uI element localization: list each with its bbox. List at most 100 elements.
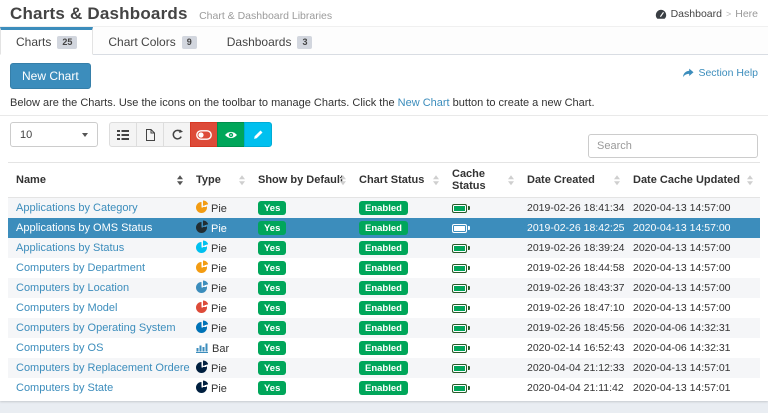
date-cache-updated-cell: 2020-04-13 14:57:00 <box>633 242 731 254</box>
tab-charts[interactable]: Charts 25 <box>0 27 94 55</box>
table-controls: 10 <box>10 122 758 158</box>
date-cache-updated-cell: 2020-04-13 14:57:00 <box>633 302 731 314</box>
sort-icon[interactable] <box>177 175 183 185</box>
view-button[interactable] <box>217 122 245 147</box>
column-header-cache-status[interactable]: Cache Status <box>446 162 521 198</box>
chart-status-badge: Enabled <box>359 241 408 255</box>
show-by-default-badge: Yes <box>258 261 287 275</box>
new-chart-inline-link[interactable]: New Chart <box>398 97 450 109</box>
chart-status-badge: Enabled <box>359 361 408 375</box>
chart-name-link[interactable]: Applications by Status <box>16 242 124 254</box>
column-list-button[interactable] <box>109 122 137 147</box>
date-cache-updated-cell: 2020-04-13 14:57:01 <box>633 362 731 374</box>
chart-status-badge: Enabled <box>359 281 408 295</box>
tab-count-badge: 25 <box>57 35 78 49</box>
breadcrumb-current: Here <box>735 8 758 20</box>
edit-button[interactable] <box>244 122 272 147</box>
section-description: Below are the Charts. Use the icons on t… <box>10 97 758 109</box>
refresh-icon <box>172 128 183 140</box>
sort-icon[interactable] <box>747 175 753 185</box>
chart-type-label: Pie <box>211 302 227 315</box>
chart-name-link[interactable]: Computers by OS <box>16 342 103 354</box>
tab-label: Charts <box>16 35 52 49</box>
section-help-link[interactable]: Section Help <box>682 67 758 79</box>
chart-type-label: Pie <box>211 382 227 395</box>
share-icon <box>683 68 694 78</box>
sort-icon[interactable] <box>340 175 346 185</box>
new-chart-button[interactable]: New Chart <box>10 63 91 89</box>
chart-type-label: Pie <box>211 362 227 375</box>
table-controls-left: 10 <box>10 122 272 147</box>
list-icon <box>117 129 129 140</box>
chart-type-label: Pie <box>211 262 227 275</box>
page-length-select[interactable]: 10 <box>10 122 98 147</box>
tab-chart-colors[interactable]: Chart Colors 9 <box>93 27 211 54</box>
sort-icon[interactable] <box>614 175 620 185</box>
tab-dashboards[interactable]: Dashboards 3 <box>212 27 328 54</box>
table-row[interactable]: Applications by Category Pie Yes Enabled… <box>8 197 760 218</box>
export-file-button[interactable] <box>136 122 164 147</box>
show-by-default-badge: Yes <box>258 281 287 295</box>
show-by-default-badge: Yes <box>258 361 287 375</box>
column-header-name[interactable]: Name <box>8 162 190 198</box>
column-header-label: Show by Default <box>258 174 344 186</box>
show-by-default-badge: Yes <box>258 341 287 355</box>
pie-chart-icon <box>196 281 207 293</box>
date-created-cell: 2020-04-04 21:12:33 <box>527 362 625 374</box>
pie-chart-icon <box>196 201 207 213</box>
chart-name-link[interactable]: Computers by Replacement Ordered <box>16 362 190 374</box>
table-row[interactable]: Applications by Status Pie Yes Enabled 2… <box>8 238 760 258</box>
refresh-button[interactable] <box>163 122 191 147</box>
date-cache-updated-cell: 2020-04-13 14:57:00 <box>633 202 731 214</box>
chart-status-badge: Enabled <box>359 301 408 315</box>
sort-icon[interactable] <box>433 175 439 185</box>
bar-chart-icon <box>196 343 208 353</box>
sort-icon[interactable] <box>239 175 245 185</box>
column-header-label: Name <box>16 174 46 186</box>
battery-full-icon <box>452 223 470 233</box>
column-header-show-by-default[interactable]: Show by Default <box>252 162 353 198</box>
search-input[interactable] <box>588 134 758 158</box>
chart-status-badge: Enabled <box>359 221 408 235</box>
table-row[interactable]: Computers by OS Bar Yes Enabled 2020-02-… <box>8 338 760 358</box>
table-row[interactable]: Computers by State Pie Yes Enabled 2020-… <box>8 378 760 398</box>
chart-name-link[interactable]: Applications by OMS Status <box>16 222 152 234</box>
tab-count-badge: 3 <box>297 35 313 49</box>
panel-toolbar-top: New Chart Section Help <box>10 63 758 89</box>
battery-full-icon <box>452 383 470 393</box>
page-title: Charts & Dashboards <box>10 4 188 23</box>
chart-name-link[interactable]: Computers by State <box>16 382 113 394</box>
file-icon <box>146 128 155 141</box>
table-row[interactable]: Applications by OMS Status Pie Yes Enabl… <box>8 218 760 238</box>
table-row[interactable]: Computers by Department Pie Yes Enabled … <box>8 258 760 278</box>
description-text: Below are the Charts. Use the icons on t… <box>10 97 398 109</box>
page-length-value: 10 <box>20 128 33 141</box>
table-row[interactable]: Computers by Model Pie Yes Enabled 2019-… <box>8 298 760 318</box>
table-row[interactable]: Computers by Location Pie Yes Enabled 20… <box>8 278 760 298</box>
dashboard-icon <box>655 9 666 19</box>
chart-name-link[interactable]: Computers by Location <box>16 282 129 294</box>
table-header-row: Name Type Show by Default Chart Status C… <box>8 162 760 198</box>
chart-name-link[interactable]: Computers by Department <box>16 262 145 274</box>
date-created-cell: 2019-02-26 18:43:37 <box>527 282 625 294</box>
date-cache-updated-cell: 2020-04-13 14:57:00 <box>633 262 731 274</box>
chart-status-badge: Enabled <box>359 381 408 395</box>
chart-name-link[interactable]: Applications by Category <box>16 202 138 214</box>
tab-count-badge: 9 <box>181 35 197 49</box>
column-header-date-created[interactable]: Date Created <box>521 162 627 198</box>
date-created-cell: 2019-02-26 18:39:24 <box>527 242 625 254</box>
column-header-date-cache-updated[interactable]: Date Cache Updated <box>627 162 760 198</box>
column-header-type[interactable]: Type <box>190 162 252 198</box>
table-row[interactable]: Computers by Operating System Pie Yes En… <box>8 318 760 338</box>
table-row[interactable]: Computers by Replacement Ordered Pie Yes… <box>8 358 760 378</box>
battery-full-icon <box>452 203 470 213</box>
disable-toggle-button[interactable] <box>190 122 218 147</box>
column-header-chart-status[interactable]: Chart Status <box>353 162 446 198</box>
sort-icon[interactable] <box>508 175 514 185</box>
chart-name-link[interactable]: Computers by Operating System <box>16 322 176 334</box>
chart-type-label: Bar <box>212 342 230 355</box>
date-created-cell: 2019-02-26 18:42:25 <box>527 222 625 234</box>
breadcrumb-dashboard-link[interactable]: Dashboard <box>671 8 722 20</box>
chart-name-link[interactable]: Computers by Model <box>16 302 118 314</box>
column-header-label: Date Created <box>527 174 595 186</box>
